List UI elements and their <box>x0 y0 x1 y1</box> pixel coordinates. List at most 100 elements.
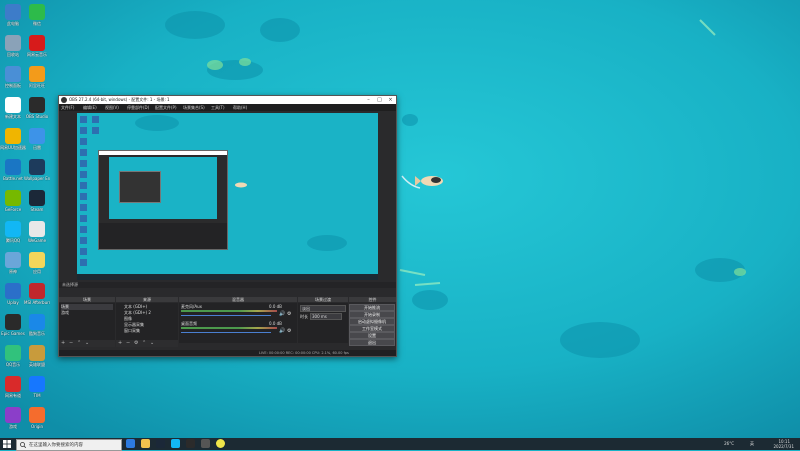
menu-docks[interactable]: 停靠部件(D) <box>127 105 149 111</box>
desktop-icon[interactable]: 回收站 <box>0 35 26 57</box>
desktop-icon[interactable]: Steam <box>24 190 50 212</box>
desktop-icon-label: 网易有道 <box>5 393 21 398</box>
desktop-icon[interactable]: 腾讯QQ <box>0 221 26 243</box>
gear-icon[interactable]: ⚙ <box>134 340 138 346</box>
start-recording-button[interactable]: 开始录制 <box>349 311 395 318</box>
obs-taskbar-icon[interactable] <box>186 439 195 448</box>
edge-icon[interactable] <box>126 439 135 448</box>
file-explorer-icon[interactable] <box>141 439 150 448</box>
desktop-icon[interactable]: OBS Studio <box>24 97 50 119</box>
remove-icon[interactable]: − <box>69 340 73 346</box>
add-icon[interactable]: + <box>118 340 122 346</box>
move-up-icon[interactable]: ⌃ <box>142 340 146 346</box>
clock-date[interactable]: 2022/7/31 <box>773 444 794 449</box>
desktop-icon-label: GeForce <box>4 207 22 212</box>
gear-icon[interactable]: ⚙ <box>287 328 291 334</box>
menu-scene-collection[interactable]: 场景集合(S) <box>183 105 205 111</box>
preview-canvas[interactable] <box>77 113 378 280</box>
app-icon[interactable] <box>201 439 210 448</box>
desktop-icon[interactable]: TIM <box>24 376 50 398</box>
desktop-icon[interactable]: 阿里旺旺 <box>24 66 50 88</box>
desktop-icon[interactable]: 此电脑 <box>0 4 26 26</box>
app-icon <box>29 345 45 361</box>
desktop-icon[interactable]: 微信 <box>24 4 50 26</box>
exit-button[interactable]: 退出 <box>349 339 395 346</box>
app-icon <box>29 407 45 423</box>
move-up-icon[interactable]: ⌃ <box>77 340 81 346</box>
start-streaming-button[interactable]: 开始推流 <box>349 304 395 311</box>
close-icon[interactable]: × <box>385 96 396 104</box>
desktop-icon[interactable]: 控制面板 <box>0 66 26 88</box>
menu-tools[interactable]: 工具(T) <box>211 105 225 111</box>
desktop-icon[interactable]: Origin <box>24 407 50 429</box>
mixer-channel-level: 0.0 dB <box>269 321 282 326</box>
desktop-icon-label: OBS Studio <box>25 114 49 119</box>
scenes-header: 场景 <box>59 297 115 302</box>
desktop-icon-label: 控制面板 <box>5 83 21 88</box>
menu-view[interactable]: 视图(V) <box>105 105 119 111</box>
volume-slider[interactable] <box>181 332 271 333</box>
scenes-toolbar: + − ⌃ ⌄ <box>59 340 115 347</box>
desktop-icon[interactable]: 原神 <box>0 252 26 274</box>
desktop-icon[interactable]: WeGame <box>24 221 50 243</box>
app-icon <box>5 345 21 361</box>
desktop-icon-label: MSI Afterburner <box>24 300 50 305</box>
menu-edit[interactable]: 编辑(E) <box>83 105 97 111</box>
app-icon[interactable] <box>216 439 225 448</box>
move-down-icon[interactable]: ⌄ <box>85 340 89 346</box>
duration-input[interactable]: 300 ms <box>310 313 342 320</box>
desktop-icon[interactable]: 酷狗音乐 <box>24 314 50 336</box>
desktop-icon-label: Epic Games <box>1 331 25 336</box>
desktop-icon[interactable]: Wallpaper Engine <box>24 159 50 181</box>
app-icon <box>29 4 45 20</box>
taskbar-search-input[interactable]: 在这里输入你要搜索的内容 <box>16 439 122 451</box>
minimize-icon[interactable]: – <box>363 96 374 104</box>
input-method-indicator[interactable]: 英 <box>750 441 754 447</box>
transition-select[interactable]: 淡出 <box>300 305 346 312</box>
source-item[interactable]: 窗口采集 <box>124 328 140 334</box>
steam-icon[interactable] <box>156 439 165 448</box>
speaker-icon[interactable]: 🔊 <box>279 328 285 334</box>
menu-bar: 文件(F) 编辑(E) 视图(V) 停靠部件(D) 配置文件(P) 场景集合(S… <box>59 104 396 111</box>
source-status-bar: 未选择源 <box>59 282 396 288</box>
desktop-icon[interactable]: 应用 <box>24 252 50 274</box>
menu-help[interactable]: 帮助(H) <box>233 105 247 111</box>
move-down-icon[interactable]: ⌄ <box>150 340 154 346</box>
windows-start-icon[interactable] <box>3 440 11 448</box>
desktop-icon[interactable]: 游戏 <box>0 407 26 429</box>
settings-button[interactable]: 设置 <box>349 332 395 339</box>
add-icon[interactable]: + <box>61 340 65 346</box>
obs-titlebar[interactable]: OBS 27.2.4 (64-bit, windows) - 配置文件: 1 -… <box>59 96 396 104</box>
maximize-icon[interactable]: □ <box>374 96 385 104</box>
obs-window[interactable]: OBS 27.2.4 (64-bit, windows) - 配置文件: 1 -… <box>58 95 397 357</box>
desktop-icon[interactable]: 英雄联盟 <box>24 345 50 367</box>
menu-profile[interactable]: 配置文件(P) <box>155 105 177 111</box>
gear-icon[interactable]: ⚙ <box>287 311 291 317</box>
volume-slider[interactable] <box>181 315 271 316</box>
desktop-icon[interactable]: QQ音乐 <box>0 345 26 367</box>
desktop-icon-label: QQ音乐 <box>5 362 21 367</box>
volume-meter <box>181 310 277 312</box>
desktop-icon-label: 网易UU加速器 <box>0 145 26 150</box>
qq-icon[interactable] <box>171 439 180 448</box>
scene-item[interactable]: 游戏 <box>61 310 69 316</box>
desktop-icon[interactable]: MSI Afterburner <box>24 283 50 305</box>
desktop-icon[interactable]: 网易UU加速器 <box>0 128 26 150</box>
desktop-icon[interactable]: Uplay <box>0 283 26 305</box>
desktop-icon[interactable]: Battle.net <box>0 159 26 181</box>
speaker-icon[interactable]: 🔊 <box>279 311 285 317</box>
menu-file[interactable]: 文件(F) <box>61 105 74 111</box>
sources-dock: 文本 (GDI+) 文本 (GDI+) 2 图像 显示器采集 窗口采集 <box>116 303 178 343</box>
desktop-icon[interactable]: 迅雷 <box>24 128 50 150</box>
remove-icon[interactable]: − <box>126 340 130 346</box>
desktop-icon[interactable]: GeForce <box>0 190 26 212</box>
desktop-icon[interactable]: Epic Games <box>0 314 26 336</box>
weather-temperature[interactable]: 26°C <box>724 441 734 446</box>
desktop-icon[interactable]: 网易云音乐 <box>24 35 50 57</box>
desktop-icon-label: 新建文本 <box>5 114 21 119</box>
app-icon <box>29 283 45 299</box>
start-virtual-camera-button[interactable]: 启动虚拟摄像机 <box>349 318 395 325</box>
desktop-icon[interactable]: 新建文本 <box>0 97 26 119</box>
desktop-icon[interactable]: 网易有道 <box>0 376 26 398</box>
studio-mode-button[interactable]: 工作室模式 <box>349 325 395 332</box>
